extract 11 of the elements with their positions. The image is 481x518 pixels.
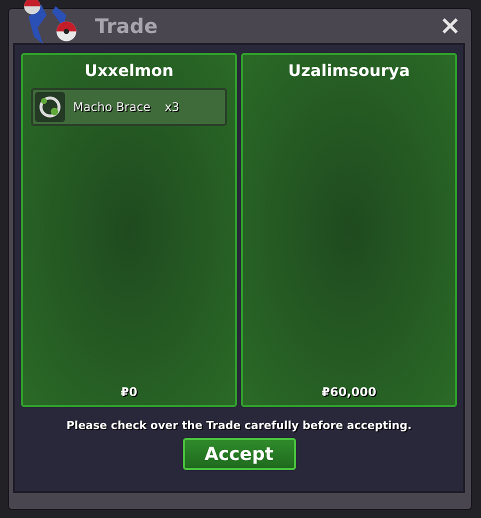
money-amount: ₽0 bbox=[120, 385, 138, 399]
item-name: Macho Brace bbox=[73, 100, 151, 114]
trader-name: Uzalimsourya bbox=[288, 61, 410, 80]
window-title: Trade bbox=[95, 14, 159, 38]
item-slot[interactable]: Macho Brace x3 bbox=[31, 88, 227, 126]
close-button[interactable]: × bbox=[437, 13, 463, 39]
money-amount: ₽60,000 bbox=[322, 385, 376, 399]
trader-name: Uxxelmon bbox=[84, 61, 174, 80]
confirm-message: Please check over the Trade carefully before accepting. bbox=[66, 419, 412, 432]
accept-button[interactable]: Accept bbox=[182, 438, 296, 470]
item-quantity: x3 bbox=[164, 100, 180, 114]
